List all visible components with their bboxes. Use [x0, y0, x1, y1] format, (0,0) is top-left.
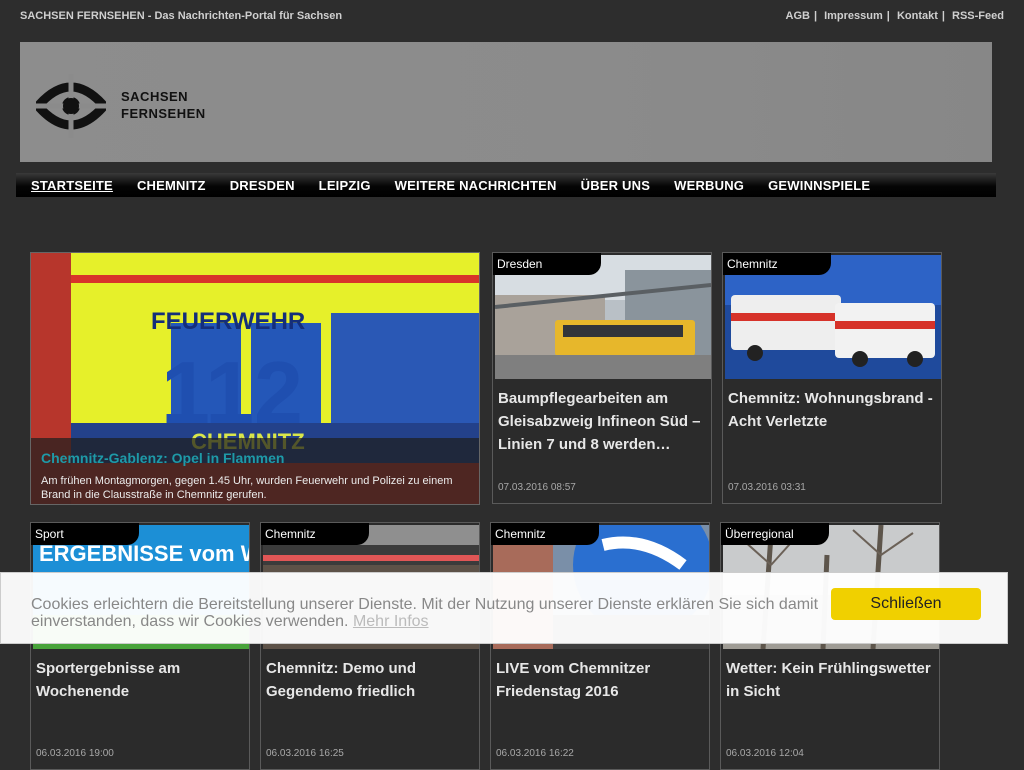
card-date: 07.03.2016 03:31 — [728, 482, 806, 493]
header-banner: SACHSEN FERNSEHEN — [20, 42, 992, 162]
card-date: 06.03.2016 16:25 — [266, 748, 344, 759]
card-title[interactable]: Chemnitz: Wohnungsbrand - Acht Verletzte — [728, 387, 936, 433]
hero-caption: Chemnitz-Gablenz: Opel in Flammen Am frü… — [31, 438, 479, 504]
link-rss[interactable]: RSS-Feed — [952, 10, 1004, 22]
card-date: 06.03.2016 12:04 — [726, 748, 804, 759]
card-title[interactable]: Sportergebnisse am Wochenende — [36, 657, 244, 703]
separator: | — [941, 10, 945, 22]
logo-text: SACHSEN FERNSEHEN — [121, 88, 206, 122]
logo-line-2: FERNSEHEN — [121, 106, 206, 121]
news-card[interactable]: Überregional Wetter: Kein Frühlingswette… — [720, 522, 940, 770]
site-logo[interactable]: SACHSEN FERNSEHEN — [36, 74, 236, 138]
top-links: AGB | Impressum | Kontakt | RSS-Feed — [786, 10, 1005, 22]
cookie-text: Cookies erleichtern die Bereitstellung u… — [31, 596, 831, 630]
card-category: Chemnitz — [723, 253, 831, 275]
news-card[interactable]: Chemnitz LIVE vom Chemnitzer Friedenstag… — [490, 522, 710, 770]
cookie-more-info-link[interactable]: Mehr Infos — [353, 613, 429, 630]
card-category: Chemnitz — [491, 523, 599, 545]
news-card[interactable]: ERGEBNISSE vom WOCHENENDE Sport Sporterg… — [30, 522, 250, 770]
hero-article[interactable]: FEUERWEHR 112 CHEMNITZ Chemnitz-Gablenz:… — [30, 252, 480, 505]
card-category: Dresden — [493, 253, 601, 275]
nav-weitere-nachrichten[interactable]: WEITERE NACHRICHTEN — [395, 178, 557, 193]
card-title[interactable]: Baumpflegearbeiten am Gleisabzweig Infin… — [498, 387, 706, 456]
cookie-close-button[interactable]: Schließen — [831, 588, 981, 620]
nav-startseite[interactable]: STARTSEITE — [31, 178, 113, 193]
card-category: Überregional — [721, 523, 829, 545]
card-date: 06.03.2016 16:22 — [496, 748, 574, 759]
cookie-banner: Cookies erleichtern die Bereitstellung u… — [0, 572, 1008, 644]
nav-chemnitz[interactable]: CHEMNITZ — [137, 178, 206, 193]
nav-dresden[interactable]: DRESDEN — [230, 178, 295, 193]
card-title[interactable]: Chemnitz: Demo und Gegendemo friedlich — [266, 657, 474, 703]
separator: | — [886, 10, 890, 22]
link-kontakt[interactable]: Kontakt — [897, 10, 938, 22]
hero-image-text-1: FEUERWEHR — [151, 308, 305, 335]
card-date: 06.03.2016 19:00 — [36, 748, 114, 759]
card-title[interactable]: LIVE vom Chemnitzer Friedenstag 2016 — [496, 657, 704, 703]
card-title[interactable]: Wetter: Kein Frühlingswetter in Sicht — [726, 657, 934, 703]
nav-gewinnspiele[interactable]: GEWINNSPIELE — [768, 178, 870, 193]
nav-ueber-uns[interactable]: ÜBER UNS — [581, 178, 651, 193]
hero-title[interactable]: Chemnitz-Gablenz: Opel in Flammen — [41, 450, 469, 466]
nav-leipzig[interactable]: LEIPZIG — [319, 178, 371, 193]
logo-eye-icon — [36, 74, 106, 138]
news-card[interactable]: Dresden Baumpflegearbeiten am Gleisabzwe… — [492, 252, 712, 504]
link-agb[interactable]: AGB — [786, 10, 810, 22]
news-card[interactable]: Chemnitz Chemnitz: Wohnungsbrand - Acht … — [722, 252, 942, 504]
card-category: Chemnitz — [261, 523, 369, 545]
separator: | — [813, 10, 818, 22]
main-nav: STARTSEITE CHEMNITZ DRESDEN LEIPZIG WEIT… — [16, 173, 996, 197]
hero-teaser: Am frühen Montagmorgen, gegen 1.45 Uhr, … — [41, 475, 453, 501]
news-card[interactable]: Chemnitz Chemnitz: Demo und Gegendemo fr… — [260, 522, 480, 770]
site-tagline: SACHSEN FERNSEHEN - Das Nachrichten-Port… — [20, 10, 343, 22]
top-bar: SACHSEN FERNSEHEN - Das Nachrichten-Port… — [20, 10, 1004, 26]
link-impressum[interactable]: Impressum — [824, 10, 883, 22]
nav-werbung[interactable]: WERBUNG — [674, 178, 744, 193]
card-date: 07.03.2016 08:57 — [498, 482, 576, 493]
hero-image-text-2: 112 — [161, 343, 303, 442]
logo-line-1: SACHSEN — [121, 89, 189, 104]
card-category: Sport — [31, 523, 139, 545]
